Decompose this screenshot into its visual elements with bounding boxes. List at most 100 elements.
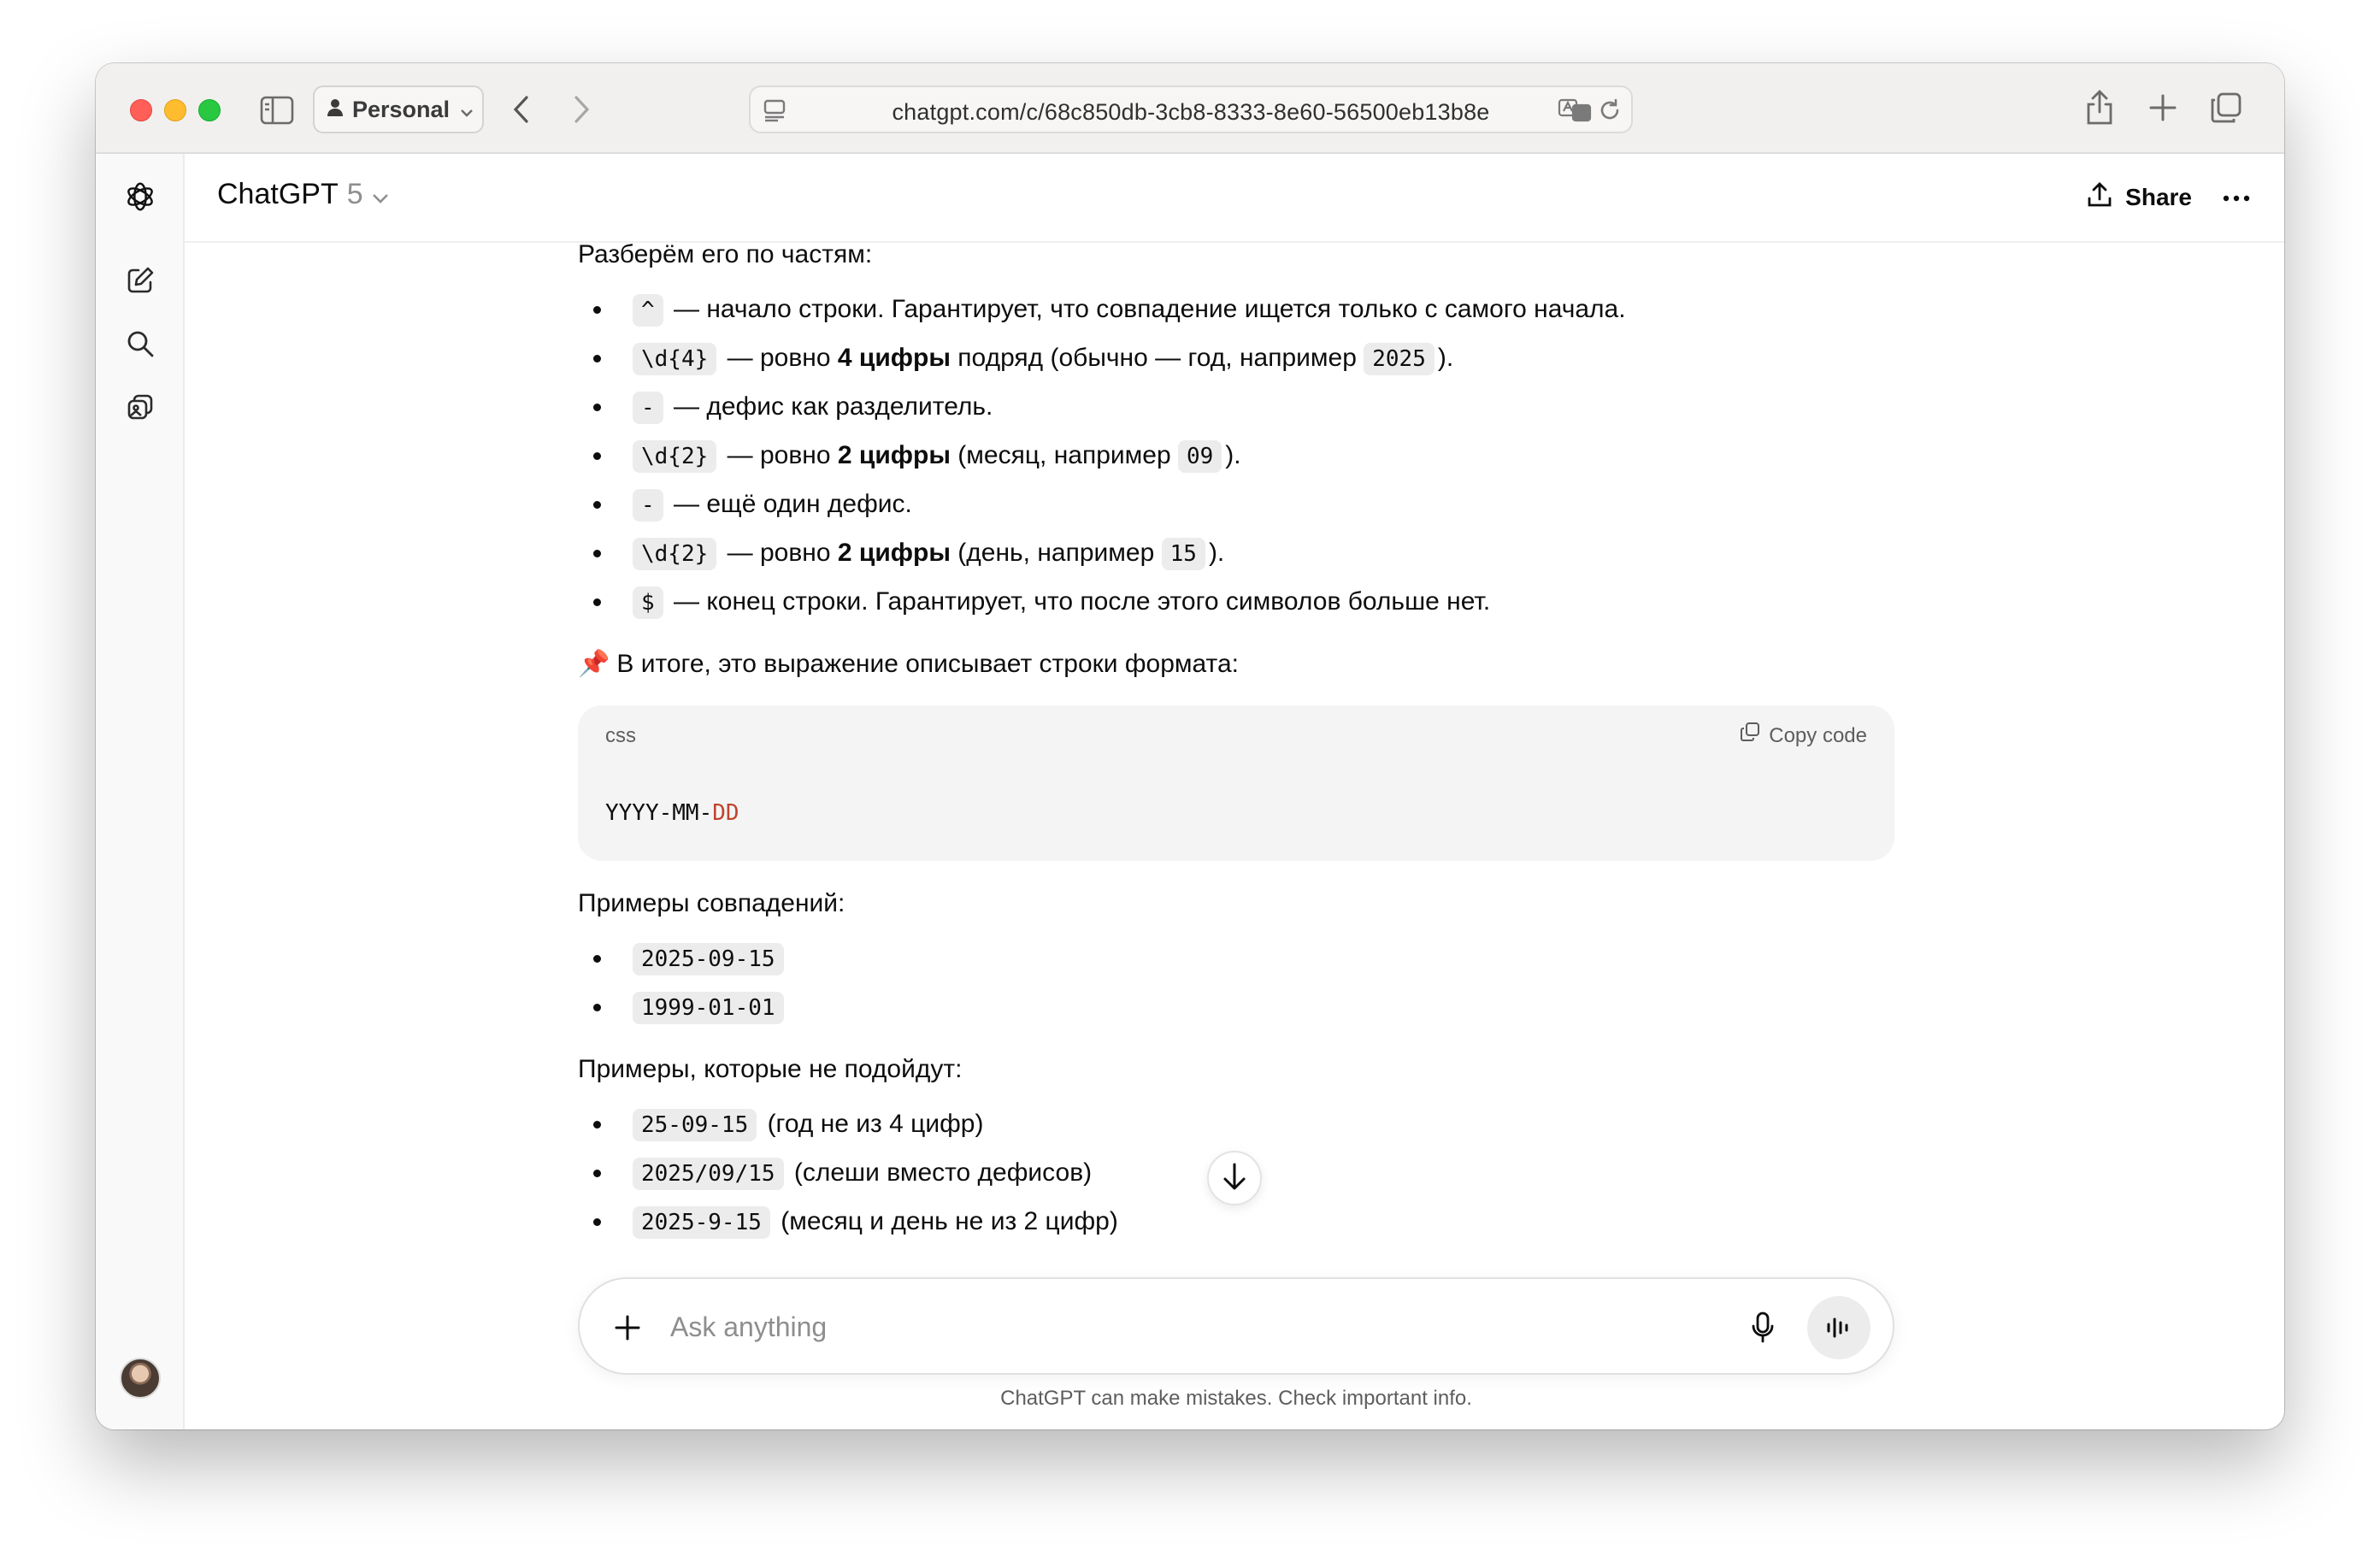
model-version: 5 xyxy=(346,178,363,210)
list-item-text: (год не из 4 цифр) xyxy=(760,1110,984,1138)
list-item-text: — начало строки. Гарантирует, что совпад… xyxy=(666,295,1626,323)
list-item-text: — конец строки. Гарантирует, что после э… xyxy=(666,587,1491,616)
more-options-icon[interactable] xyxy=(2221,183,2252,214)
list-item-text: 4 цифры xyxy=(837,344,951,372)
list-item: 2025-09-15 xyxy=(578,934,1894,983)
list-item-text: (месяц, например xyxy=(950,441,1178,469)
copy-code-button[interactable]: Copy code xyxy=(1740,719,1867,753)
translate-icon[interactable] xyxy=(1558,97,1592,127)
list-item-text: (месяц и день не из 2 цифр) xyxy=(773,1207,1118,1235)
disclaimer-text: ChatGPT can make mistakes. Check importa… xyxy=(1000,1387,1472,1410)
composer xyxy=(578,1277,1894,1375)
add-attachment-icon[interactable] xyxy=(610,1311,645,1345)
share-icon[interactable] xyxy=(2081,87,2118,128)
summary-text: 📌 В итоге, это выражение описывает строки… xyxy=(578,649,1239,679)
list-item-text: (слеши вместо дефисов) xyxy=(786,1158,1093,1187)
browser-window: Personal chatgpt.com/c/68c850db-3cb8-833… xyxy=(96,63,2284,1429)
inline-code: 1999-01-01 xyxy=(633,992,784,1024)
share-label: Share xyxy=(2125,184,2192,210)
inline-code: - xyxy=(633,489,663,522)
inline-code: 25-09-15 xyxy=(633,1109,757,1141)
code-block: css Copy code YYYY-MM-DD xyxy=(578,705,1894,861)
list-item-text: — ровно xyxy=(720,539,838,567)
copy-icon xyxy=(1740,719,1760,753)
ask-input[interactable] xyxy=(670,1305,1696,1349)
pushpin-icon: 📌 xyxy=(578,649,610,679)
openai-logo-icon[interactable] xyxy=(123,180,157,214)
list-item: $ — конец строки. Гарантирует, что после… xyxy=(578,578,1894,627)
code-content: YYYY-MM-DD xyxy=(605,800,739,826)
arrow-down-icon xyxy=(1222,1162,1247,1195)
list-item: \d{2} — ровно 2 цифры (день, например 15… xyxy=(578,529,1894,578)
matches-heading: Примеры совпадений: xyxy=(578,889,845,917)
list-item-text: — ещё один дефис. xyxy=(666,490,912,518)
inline-code: 15 xyxy=(1161,538,1205,570)
library-icon[interactable] xyxy=(123,390,157,424)
reload-icon[interactable] xyxy=(1597,97,1623,127)
inline-code: $ xyxy=(633,586,663,619)
new-chat-icon[interactable] xyxy=(123,263,157,298)
matches-list: 2025-09-15 1999-01-01 xyxy=(578,934,1894,1032)
profile-button[interactable]: Personal xyxy=(313,85,484,133)
close-window-button[interactable] xyxy=(130,99,152,121)
person-icon xyxy=(327,97,344,123)
nonmatches-heading: Примеры, которые не подойдут: xyxy=(578,1055,963,1083)
inline-code: 2025-9-15 xyxy=(633,1206,770,1239)
regex-parts-list: ^ — начало строки. Гарантирует, что совп… xyxy=(578,286,1894,627)
scroll-to-bottom-button[interactable] xyxy=(1207,1151,1262,1205)
user-avatar[interactable] xyxy=(120,1358,161,1399)
list-item: 25-09-15 (год не из 4 цифр) xyxy=(578,1100,1894,1149)
minimize-window-button[interactable] xyxy=(164,99,186,121)
inline-code: 09 xyxy=(1177,440,1222,473)
list-item-text: ). xyxy=(1208,539,1225,567)
chat-header: ChatGPT 5 Share xyxy=(185,154,2284,243)
address-bar[interactable]: chatgpt.com/c/68c850db-3cb8-8333-8e60-56… xyxy=(749,85,1633,133)
list-item-text: ). xyxy=(1225,441,1241,469)
forward-arrow-icon[interactable] xyxy=(564,92,598,127)
list-item: 1999-01-01 xyxy=(578,983,1894,1032)
new-tab-icon[interactable] xyxy=(2144,89,2182,127)
inline-code: \d{4} xyxy=(633,343,717,375)
upload-icon xyxy=(2086,181,2113,215)
assistant-message: Разберём его по частям: ^ — начало строк… xyxy=(578,231,1894,1260)
list-item: - — дефис как разделитель. xyxy=(578,383,1894,432)
list-item: ^ — начало строки. Гарантирует, что совп… xyxy=(578,286,1894,334)
browser-toolbar: Personal chatgpt.com/c/68c850db-3cb8-833… xyxy=(96,63,2284,154)
voice-mode-icon[interactable] xyxy=(1807,1296,1870,1359)
list-item: - — ещё один дефис. xyxy=(578,480,1894,529)
sidebar-toggle-icon[interactable] xyxy=(260,94,294,127)
code-language-label: css xyxy=(605,724,636,747)
zoom-window-button[interactable] xyxy=(198,99,221,121)
list-item-text: 2 цифры xyxy=(837,441,951,469)
list-item-text: (день, например xyxy=(950,539,1162,567)
chevron-down-icon xyxy=(372,178,389,211)
model-selector[interactable]: ChatGPT 5 xyxy=(217,178,389,211)
list-item-text: 2 цифры xyxy=(837,539,951,567)
inline-code: 2025/09/15 xyxy=(633,1158,784,1190)
list-item-text: — ровно xyxy=(720,344,838,372)
list-item-text: — ровно xyxy=(720,441,838,469)
list-item-text: — дефис как разделитель. xyxy=(666,392,993,421)
tab-overview-icon[interactable] xyxy=(2207,89,2245,127)
list-item: \d{4} — ровно 4 цифры подряд (обычно — г… xyxy=(578,334,1894,383)
sidebar-rail xyxy=(96,154,185,1429)
inline-code: - xyxy=(633,392,663,424)
share-button[interactable]: Share xyxy=(2086,176,2192,219)
app-name: ChatGPT xyxy=(217,178,339,210)
list-item: \d{2} — ровно 2 цифры (месяц, например 0… xyxy=(578,432,1894,480)
inline-code: \d{2} xyxy=(633,538,717,570)
inline-code: ^ xyxy=(633,294,663,327)
list-item-text: подряд (обычно — год, например xyxy=(950,344,1364,372)
url-text: chatgpt.com/c/68c850db-3cb8-8333-8e60-56… xyxy=(892,99,1490,125)
back-arrow-icon[interactable] xyxy=(504,92,539,127)
chevron-down-icon xyxy=(460,97,474,123)
inline-code: \d{2} xyxy=(633,440,717,473)
copy-code-label: Copy code xyxy=(1769,724,1867,747)
inline-code: 2025-09-15 xyxy=(633,943,784,975)
profile-label: Personal xyxy=(352,96,451,122)
microphone-icon[interactable] xyxy=(1744,1309,1782,1347)
inline-code: 2025 xyxy=(1364,343,1434,375)
search-icon[interactable] xyxy=(123,327,157,361)
intro-text: Разберём его по частям: xyxy=(578,240,873,268)
list-item-text: ). xyxy=(1437,344,1454,372)
